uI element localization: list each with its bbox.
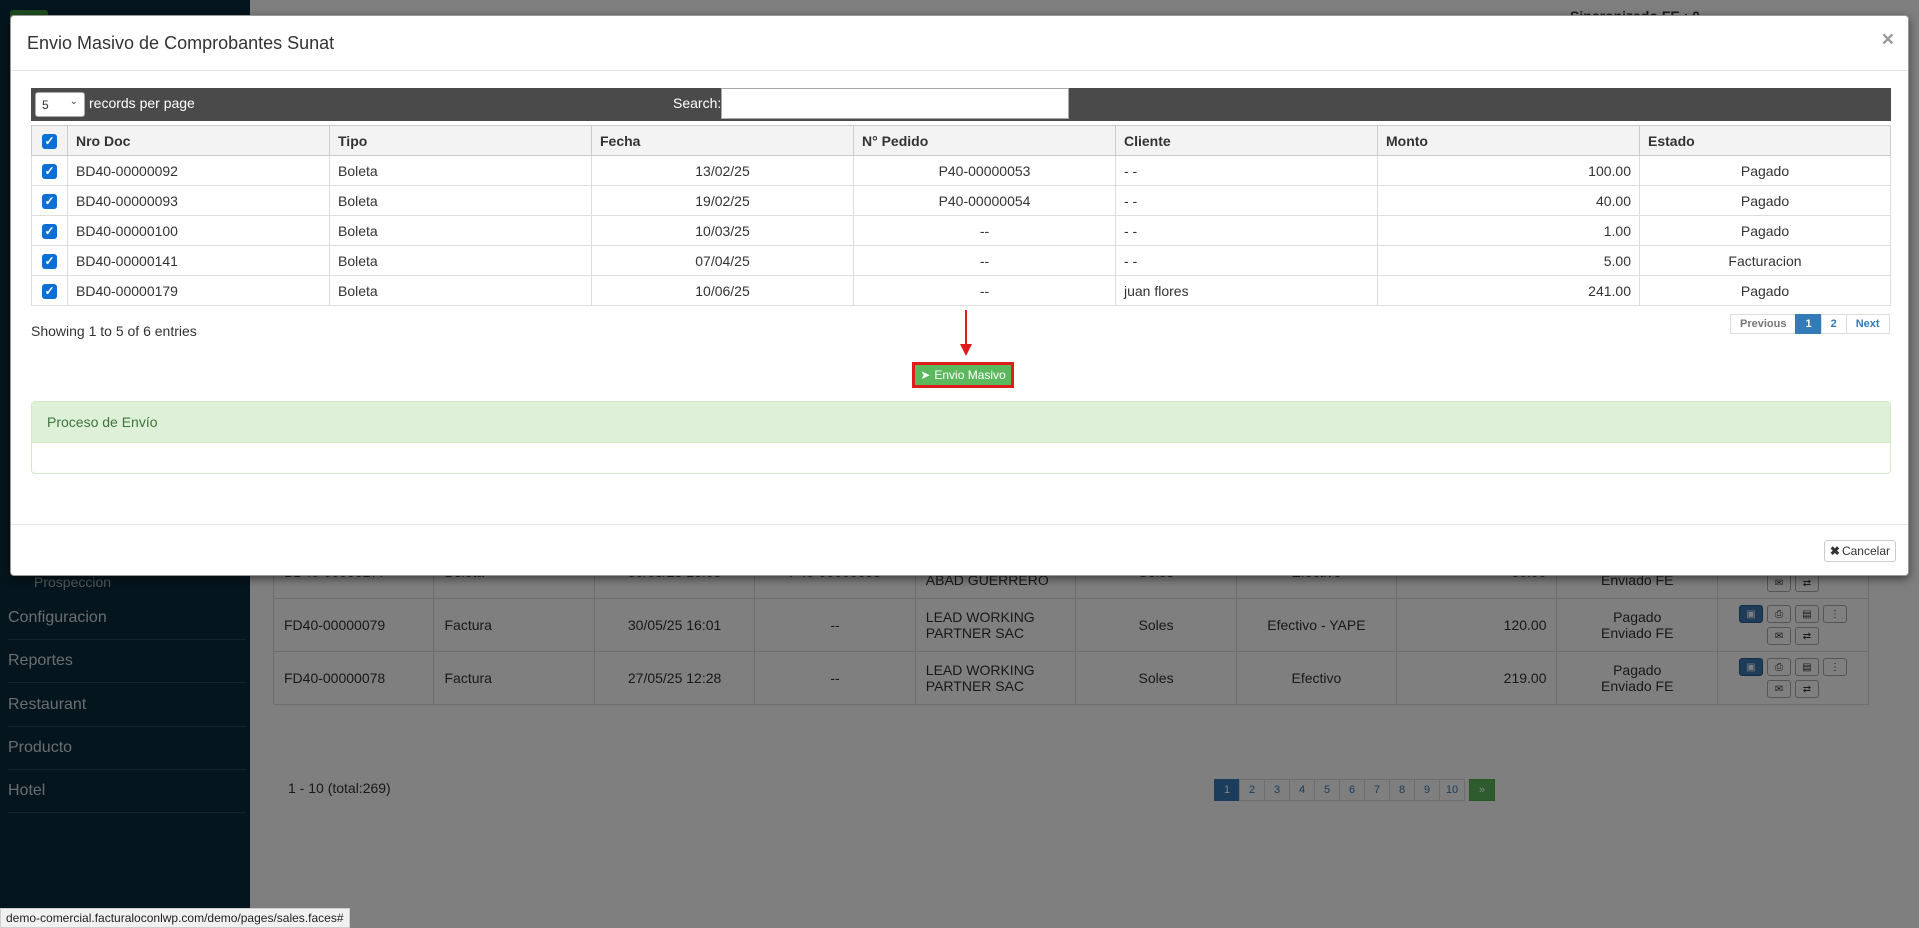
- cell-fecha: 10/03/25: [591, 215, 854, 246]
- modal-footer: ✖ Cancelar: [11, 524, 1908, 577]
- cancel-button[interactable]: ✖ Cancelar: [1823, 540, 1896, 562]
- row-checkbox[interactable]: ✓: [42, 283, 57, 299]
- cell-tipo: Boleta: [329, 245, 592, 276]
- status-bar-url: demo-comercial.facturaloconlwp.com/demo/…: [0, 908, 350, 928]
- next-page-button[interactable]: Next: [1845, 314, 1890, 334]
- search-label: Search:: [673, 95, 722, 111]
- col-cliente[interactable]: Cliente: [1115, 125, 1378, 156]
- cell-monto: 40.00: [1377, 185, 1640, 216]
- cell-estado: Facturacion: [1639, 245, 1891, 276]
- chevron-down-icon: ⌄: [69, 96, 78, 107]
- cell-nro-doc: BD40-00000179: [67, 275, 330, 306]
- col-estado[interactable]: Estado: [1639, 125, 1891, 156]
- mass-send-button[interactable]: ➤ Envio Masivo: [912, 362, 1014, 388]
- table-row[interactable]: ✓ BD40-00000093 Boleta 19/02/25 P40-00000054…: [31, 185, 1891, 216]
- table-row[interactable]: ✓ BD40-00000179 Boleta 10/06/25 -- juan flore…: [31, 275, 1891, 306]
- table-row[interactable]: ✓ BD40-00000141 Boleta 07/04/25 -- - -5.00 Fac…: [31, 245, 1891, 276]
- row-checkbox[interactable]: ✓: [42, 223, 57, 239]
- row-checkbox[interactable]: ✓: [42, 163, 57, 179]
- close-icon[interactable]: ×: [1882, 28, 1894, 52]
- row-select-cell: ✓: [31, 155, 68, 186]
- cell-nro-doc: BD40-00000092: [67, 155, 330, 186]
- cell-estado: Pagado: [1639, 215, 1891, 246]
- records-per-page-value: 5: [42, 97, 49, 112]
- table-row[interactable]: ✓ BD40-00000092 Boleta 13/02/25 P40-00000053…: [31, 155, 1891, 186]
- records-per-page-label: records per page: [89, 95, 195, 111]
- modal-header: Envio Masivo de Comprobantes Sunat ×: [11, 16, 1908, 71]
- cell-nro-doc: BD40-00000100: [67, 215, 330, 246]
- cancel-label: Cancelar: [1841, 544, 1890, 558]
- row-checkbox[interactable]: ✓: [42, 253, 57, 269]
- cell-pedido: P40-00000054: [853, 185, 1116, 216]
- close-icon: ✖: [1829, 544, 1840, 558]
- search-input[interactable]: [721, 88, 1069, 119]
- table-info: Showing 1 to 5 of 6 entries: [31, 323, 197, 339]
- cell-monto: 241.00: [1377, 275, 1640, 306]
- modal-pagination: Previous 1 2 Next: [1730, 314, 1890, 334]
- cell-pedido: P40-00000053: [853, 155, 1116, 186]
- modal-title: Envio Masivo de Comprobantes Sunat: [27, 33, 335, 53]
- cell-tipo: Boleta: [329, 275, 592, 306]
- page-button[interactable]: 1: [1795, 314, 1822, 334]
- select-all-cell: ✓: [31, 125, 68, 156]
- cell-nro-doc: BD40-00000141: [67, 245, 330, 276]
- cell-fecha: 13/02/25: [591, 155, 854, 186]
- table-toolbar: 5 ⌄ records per page Search:: [31, 88, 1891, 121]
- select-all-checkbox[interactable]: ✓: [42, 133, 57, 149]
- table-row[interactable]: ✓ BD40-00000100 Boleta 10/03/25 -- - -1.00 Pag…: [31, 215, 1891, 246]
- panel-title: Proceso de Envío: [32, 402, 1890, 443]
- page-button[interactable]: 2: [1820, 314, 1847, 334]
- cell-estado: Pagado: [1639, 275, 1891, 306]
- cell-fecha: 07/04/25: [591, 245, 854, 276]
- table-header-row: ✓ Nro Doc Tipo Fecha N° Pedido Cliente M…: [31, 125, 1891, 156]
- col-monto[interactable]: Monto: [1377, 125, 1640, 156]
- send-process-panel: Proceso de Envío: [31, 401, 1891, 474]
- row-select-cell: ✓: [31, 245, 68, 276]
- cell-tipo: Boleta: [329, 155, 592, 186]
- cell-fecha: 10/06/25: [591, 275, 854, 306]
- cell-pedido: --: [853, 215, 1116, 246]
- mass-send-label: Envio Masivo: [934, 368, 1006, 382]
- cell-pedido: --: [853, 275, 1116, 306]
- cell-monto: 5.00: [1377, 245, 1640, 276]
- cell-tipo: Boleta: [329, 185, 592, 216]
- cell-estado: Pagado: [1639, 155, 1891, 186]
- col-tipo[interactable]: Tipo: [329, 125, 592, 156]
- documents-table: ✓ Nro Doc Tipo Fecha N° Pedido Cliente M…: [31, 125, 1891, 306]
- records-per-page-select[interactable]: 5 ⌄: [35, 92, 85, 117]
- row-select-cell: ✓: [31, 215, 68, 246]
- cell-nro-doc: BD40-00000093: [67, 185, 330, 216]
- col-pedido[interactable]: N° Pedido: [853, 125, 1116, 156]
- cell-cliente: - -: [1115, 215, 1378, 246]
- cell-fecha: 19/02/25: [591, 185, 854, 216]
- cell-cliente: - -: [1115, 245, 1378, 276]
- cell-pedido: --: [853, 245, 1116, 276]
- mass-send-modal: Envio Masivo de Comprobantes Sunat × 5 ⌄…: [10, 15, 1909, 576]
- col-fecha[interactable]: Fecha: [591, 125, 854, 156]
- cell-tipo: Boleta: [329, 215, 592, 246]
- paper-plane-icon: ➤: [920, 368, 931, 382]
- cell-cliente: - -: [1115, 155, 1378, 186]
- cell-estado: Pagado: [1639, 185, 1891, 216]
- row-select-cell: ✓: [31, 185, 68, 216]
- cell-cliente: juan flores: [1115, 275, 1378, 306]
- arrow-down-icon: [960, 310, 972, 356]
- cell-monto: 100.00: [1377, 155, 1640, 186]
- cell-cliente: - -: [1115, 185, 1378, 216]
- col-nro-doc[interactable]: Nro Doc: [67, 125, 330, 156]
- cell-monto: 1.00: [1377, 215, 1640, 246]
- row-select-cell: ✓: [31, 275, 68, 306]
- row-checkbox[interactable]: ✓: [42, 193, 57, 209]
- previous-page-button[interactable]: Previous: [1730, 314, 1797, 334]
